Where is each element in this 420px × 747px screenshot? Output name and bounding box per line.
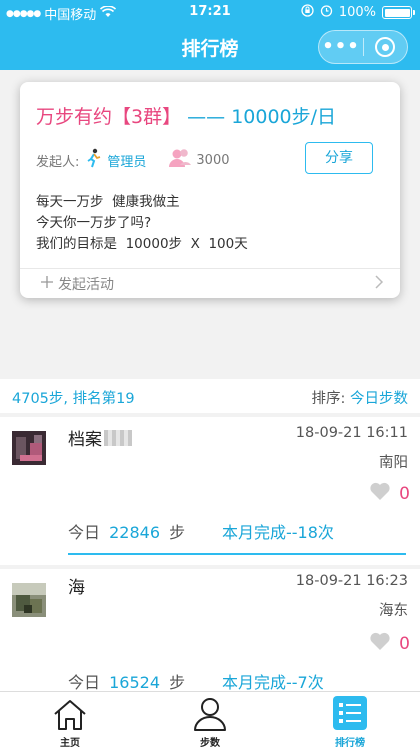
steps-unit: 步 (169, 523, 186, 542)
month-completion: 本月完成--7次 (222, 673, 324, 692)
mini-program-capsule: ••• (318, 30, 408, 64)
member-count: 3000 (196, 152, 230, 168)
event-card: 万步有约【3群】 —— 10000步/日 发起人: 管理员 3000 分享 每天… (20, 82, 400, 298)
my-rank-bar: 4705步, 排名第19 排序: 今日步数 (0, 379, 420, 413)
today-steps: 今日 22846 步 (68, 519, 185, 543)
initiator-row: 发起人: 管理员 3000 (36, 148, 230, 172)
close-button[interactable] (364, 37, 407, 57)
heart-icon (369, 481, 391, 506)
entry-city: 南阳 (379, 455, 408, 471)
sort-label: 排序: (311, 391, 346, 407)
today-label: 今日 (68, 673, 101, 692)
entry-name: 档案 (68, 425, 132, 450)
nav-bar: 排行榜 ••• (0, 24, 420, 70)
close-ring-icon (375, 37, 396, 57)
entry-name-text: 档案 (68, 430, 102, 450)
event-goal: 10000步/日 (231, 106, 337, 128)
alarm-icon (320, 4, 333, 21)
runner-icon (85, 148, 103, 172)
steps-unit: 步 (169, 673, 186, 692)
avatar[interactable] (12, 431, 46, 465)
initiator-label: 发起人: (36, 154, 80, 170)
members-icon (168, 148, 192, 172)
my-rank-summary: 4705步, 排名第19 (12, 391, 135, 407)
redacted-name-mosaic (104, 429, 132, 446)
tab-bar: 主页 步数 排行榜 (0, 691, 420, 747)
like-button[interactable]: 0 (369, 481, 410, 506)
today-label: 今日 (68, 523, 101, 542)
share-button[interactable]: 分享 (305, 142, 373, 174)
sort-value[interactable]: 今日步数 (350, 391, 408, 407)
entry-datetime: 18-09-21 16:23 (295, 573, 408, 589)
tab-home-label: 主页 (60, 738, 80, 747)
entry-underline (68, 553, 406, 555)
like-button[interactable]: 0 (369, 631, 410, 656)
today-steps: 今日 16524 步 (68, 669, 185, 693)
entry-name-text: 海 (68, 578, 85, 598)
entry-datetime: 18-09-21 16:11 (295, 425, 408, 441)
entry-name: 海 (68, 573, 85, 598)
status-bar: ●●●●● 中国移动 17:21 100% (0, 0, 420, 24)
event-title: 万步有约【3群】 —— 10000步/日 (36, 102, 336, 129)
ranking-entry[interactable]: 档案 18-09-21 16:11 南阳 0 今日 22846 步 本月完成--… (0, 417, 420, 565)
tab-steps-label: 步数 (200, 738, 220, 747)
today-steps-value: 22846 (109, 523, 161, 542)
event-dash: —— (187, 106, 226, 128)
home-icon (52, 698, 88, 736)
event-name: 万步有约【3群】 (36, 106, 182, 128)
like-count: 0 (399, 633, 410, 654)
tab-ranking[interactable]: 排行榜 (315, 692, 385, 747)
tab-ranking-label: 排行榜 (335, 738, 365, 747)
initiator-name[interactable]: 管理员 (107, 151, 146, 170)
battery-icon (382, 6, 415, 19)
month-completion: 本月完成--18次 (222, 523, 334, 542)
launch-activity-link[interactable]: 发起活动 (40, 274, 114, 294)
entry-city: 海东 (379, 603, 408, 619)
avatar[interactable] (12, 583, 46, 617)
ranking-entry[interactable]: 海 18-09-21 16:23 海东 0 今日 16524 步 本月完成--7… (0, 569, 420, 693)
more-button[interactable]: ••• (319, 30, 363, 64)
list-icon (333, 696, 367, 734)
card-divider (20, 268, 400, 269)
like-count: 0 (399, 483, 410, 504)
tab-home[interactable]: 主页 (35, 692, 105, 747)
today-steps-value: 16524 (109, 673, 161, 692)
heart-icon (369, 631, 391, 656)
sort-selector[interactable]: 排序: 今日步数 (312, 387, 409, 408)
plus-icon (40, 275, 54, 293)
rotation-lock-icon (301, 4, 314, 21)
chevron-right-icon[interactable] (374, 274, 384, 294)
tab-steps[interactable]: 步数 (175, 692, 245, 747)
user-icon (192, 696, 228, 736)
battery-percent: 100% (338, 5, 376, 20)
event-description: 每天一万步 健康我做主 今天你一万步了吗? 我们的目标是 10000步 X 10… (36, 194, 248, 252)
launch-activity-label: 发起活动 (58, 277, 114, 293)
